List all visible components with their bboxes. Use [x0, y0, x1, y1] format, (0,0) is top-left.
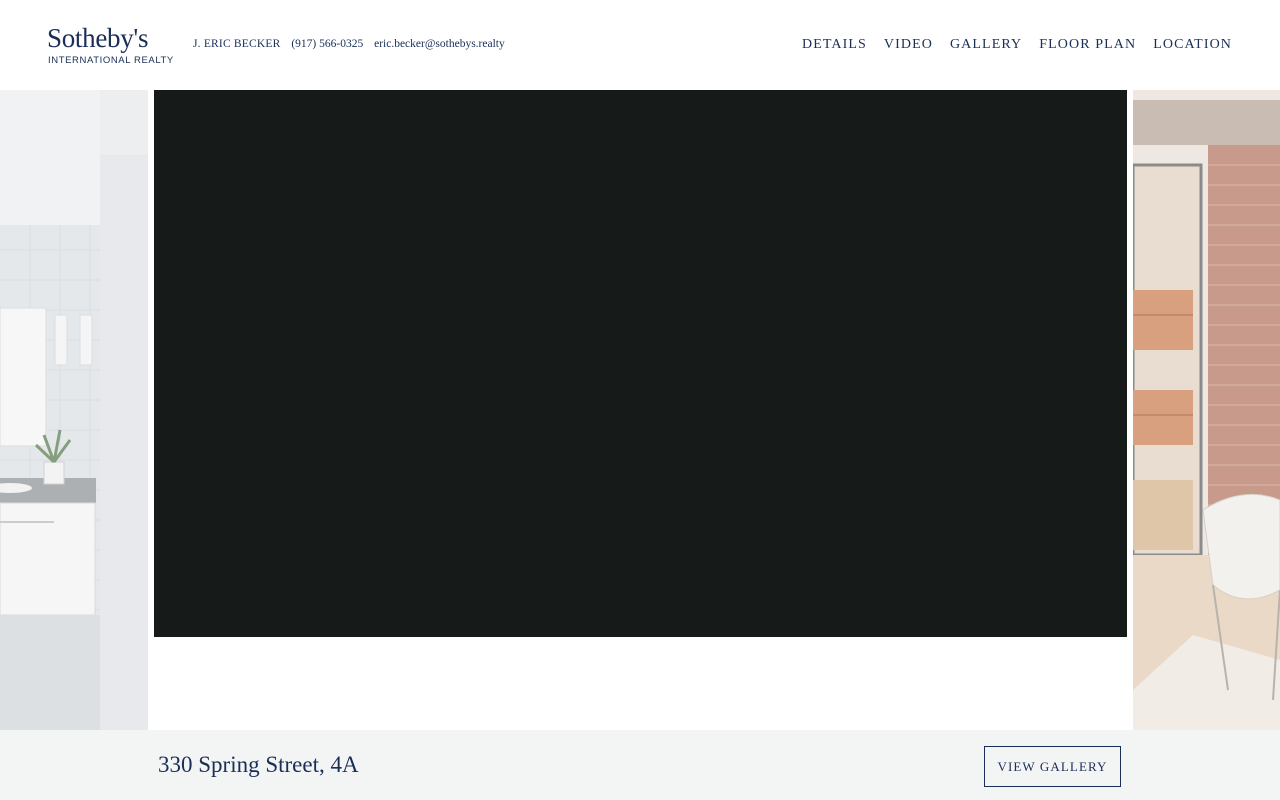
agent-phone[interactable]: (917) 566-0325 [291, 38, 363, 50]
logo-wordmark: Sotheby's [47, 23, 149, 53]
video-player[interactable] [154, 90, 1127, 637]
site-header: Sotheby's INTERNATIONAL REALTY J. ERIC B… [0, 0, 1280, 90]
living-room-illustration [1133, 90, 1280, 730]
sothebys-logo[interactable]: Sotheby's INTERNATIONAL REALTY [47, 22, 173, 68]
main-nav: DETAILS VIDEO GALLERY FLOOR PLAN LOCATIO… [785, 37, 1232, 53]
bathroom-illustration [0, 90, 148, 730]
living-room-photo[interactable] [1133, 90, 1280, 730]
listing-bar: 330 Spring Street, 4A VIEW GALLERY [0, 730, 1280, 800]
agent-name: J. ERIC BECKER [193, 38, 281, 50]
nav-location[interactable]: LOCATION [1153, 37, 1232, 53]
view-gallery-button[interactable]: VIEW GALLERY [984, 746, 1121, 787]
logo-subtitle: INTERNATIONAL REALTY [48, 55, 174, 66]
agent-contact: J. ERIC BECKER (917) 566-0325 eric.becke… [193, 38, 513, 50]
nav-gallery[interactable]: GALLERY [950, 37, 1022, 53]
agent-email[interactable]: eric.becker@sothebys.realty [374, 38, 505, 50]
nav-details[interactable]: DETAILS [802, 37, 867, 53]
bathroom-photo[interactable] [0, 90, 148, 730]
nav-floor-plan[interactable]: FLOOR PLAN [1039, 37, 1136, 53]
nav-video[interactable]: VIDEO [884, 37, 933, 53]
media-carousel [0, 90, 1280, 730]
listing-address: 330 Spring Street, 4A [158, 752, 359, 777]
